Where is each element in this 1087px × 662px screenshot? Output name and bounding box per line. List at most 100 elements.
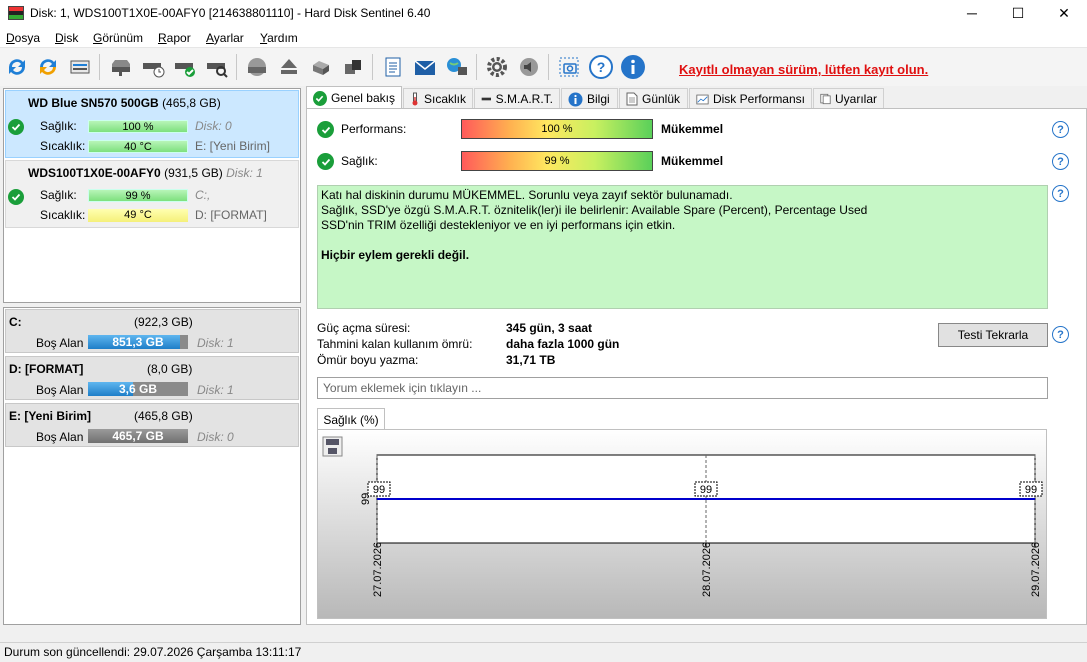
eject-icon[interactable]: [275, 53, 303, 81]
point-label: 99: [700, 484, 712, 496]
info-icon: [568, 92, 583, 106]
health-bar: 99 %: [461, 151, 653, 171]
volume-name: D: [FORMAT]: [9, 362, 84, 376]
health-label: Sağlık:: [341, 154, 378, 168]
menu-rapor[interactable]: Rapor: [158, 31, 191, 45]
window-title: Disk: 1, WDS100T1X0E-00AFY0 [21463880111…: [30, 6, 431, 20]
disk-volumes: E: [Yeni Birim]: [195, 139, 270, 153]
menu-yardim[interactable]: Yardım: [260, 31, 298, 45]
disk-search-icon[interactable]: [203, 53, 231, 81]
screenshot-icon[interactable]: [555, 53, 583, 81]
sound-icon[interactable]: [515, 53, 543, 81]
message-help-icon[interactable]: ?: [1052, 185, 1069, 202]
power-on-value: 345 gün, 3 saat: [506, 321, 593, 335]
check-icon: [313, 90, 327, 106]
alerts-icon: [820, 93, 831, 105]
health-rating: Mükemmel: [661, 154, 724, 168]
maximize-button[interactable]: ☐: [995, 0, 1041, 26]
message-action: Hiçbir eylem gerekli değil.: [321, 248, 470, 262]
tab-genel-bakis[interactable]: Genel bakış: [306, 86, 402, 109]
log-icon: [626, 92, 638, 106]
menu-ayarlar[interactable]: Ayarlar: [206, 31, 244, 45]
tab-uyarilar[interactable]: Uyarılar: [813, 88, 884, 109]
disk-name-row: WD Blue SN570 500GB (465,8 GB): [28, 96, 221, 110]
volume-size: (8,0 GB): [147, 362, 193, 376]
temperature-label: Sıcaklık:: [40, 139, 86, 153]
disk-check-icon[interactable]: [171, 53, 199, 81]
comment-input[interactable]: Yorum eklemek için tıklayın ...: [317, 377, 1048, 399]
volume-item-e[interactable]: E: [Yeni Birim] (465,8 GB) Boş Alan 465,…: [5, 403, 299, 447]
power-on-label: Güç açma süresi:: [317, 321, 411, 335]
health-label: Sağlık:: [40, 188, 77, 202]
disk-volumes: C:,: [195, 188, 211, 202]
performance-help-icon[interactable]: ?: [1052, 121, 1069, 138]
tab-health-chart[interactable]: Sağlık (%): [317, 408, 385, 430]
help-icon[interactable]: ?: [587, 53, 615, 81]
health-chart-svg: 27.07.2026 28.07.2026 29.07.20269999 99 99: [318, 430, 1046, 618]
status-message: Katı hal diskinin durumu MÜKEMMEL. Sorun…: [317, 185, 1048, 309]
remaining-life-label: Tahmini kalan kullanım ömrü:: [317, 337, 473, 351]
volume-name: C:: [9, 315, 22, 329]
status-text: Durum son güncellendi: 29.07.2026 Çarşam…: [4, 645, 302, 659]
info-icon[interactable]: [619, 53, 647, 81]
svg-text:?: ?: [597, 59, 606, 75]
disk-copy-icon[interactable]: [339, 53, 367, 81]
free-space-label: Boş Alan: [36, 336, 84, 350]
performance-ok-icon: [317, 121, 334, 138]
tab-smart[interactable]: S.M.A.R.T.: [474, 88, 560, 109]
health-help-icon[interactable]: ?: [1052, 153, 1069, 170]
health-label: Sağlık:: [40, 119, 77, 133]
disk-icon[interactable]: [107, 53, 135, 81]
refresh-all-icon[interactable]: [34, 53, 62, 81]
tab-label: S.M.A.R.T.: [495, 92, 553, 106]
menu-disk[interactable]: Disk: [55, 31, 78, 45]
minimize-button[interactable]: ─: [949, 0, 995, 26]
remaining-life-value: daha fazla 1000 gün: [506, 337, 620, 351]
disk-info-icon[interactable]: [66, 53, 94, 81]
save-chart-icon[interactable]: [322, 436, 343, 457]
performance-bar: 100 %: [461, 119, 653, 139]
retest-button[interactable]: Testi Tekrarla: [938, 323, 1048, 347]
free-space-label: Boş Alan: [36, 383, 84, 397]
retest-help-icon[interactable]: ?: [1052, 326, 1069, 343]
tab-sicaklik[interactable]: Sıcaklık: [403, 88, 473, 109]
x-tick-label: 27.07.2026: [372, 542, 384, 597]
volume-list: C: (922,3 GB) Boş Alan 851,3 GB Disk: 1 …: [3, 307, 301, 625]
tab-label: Sıcaklık: [423, 92, 466, 106]
tab-label: Bilgi: [587, 92, 610, 106]
disk-name-row: WDS100T1X0E-00AFY0 (931,5 GB) Disk: 1: [28, 166, 263, 180]
overview-panel: Performans: 100 % Mükemmel ? Sağlık: 99 …: [306, 108, 1087, 625]
disk-stack-icon[interactable]: [307, 53, 335, 81]
close-button[interactable]: ✕: [1041, 0, 1087, 26]
tab-disk-performansi[interactable]: Disk Performansı: [689, 88, 812, 109]
disk-item-0[interactable]: WD Blue SN570 500GB (465,8 GB) Sağlık: 1…: [5, 90, 299, 158]
disk-volumes: D: [FORMAT]: [195, 208, 267, 222]
menu-dosya[interactable]: Dosya: [6, 31, 40, 45]
network-icon[interactable]: [443, 53, 471, 81]
volume-item-d[interactable]: D: [FORMAT] (8,0 GB) Boş Alan 3,6 GB Dis…: [5, 356, 299, 400]
message-line: SSD'nin TRIM özelliği destekleniyor ve e…: [321, 218, 676, 232]
disk-clock-icon[interactable]: [139, 53, 167, 81]
report-icon[interactable]: [379, 53, 407, 81]
tab-bilgi[interactable]: Bilgi: [561, 88, 618, 109]
health-ok-icon: [317, 153, 334, 170]
refresh-icon[interactable]: [3, 53, 31, 81]
volume-size: (922,3 GB): [134, 315, 193, 329]
email-icon[interactable]: [411, 53, 439, 81]
volume-disk: Disk: 1: [197, 383, 234, 397]
surface-test-icon[interactable]: [243, 53, 271, 81]
disk-item-1[interactable]: WDS100T1X0E-00AFY0 (931,5 GB) Disk: 1 Sa…: [5, 160, 299, 228]
tab-label: Disk Performansı: [712, 92, 805, 106]
lifetime-writes-label: Ömür boyu yazma:: [317, 353, 419, 367]
volume-size: (465,8 GB): [134, 409, 193, 423]
temperature-bar: 40 °C: [88, 140, 188, 153]
settings-icon[interactable]: [483, 53, 511, 81]
disk-name: WD Blue SN570 500GB: [28, 96, 159, 110]
tab-label: Genel bakış: [330, 91, 395, 105]
chart-icon: [696, 94, 709, 104]
register-link[interactable]: Kayıtlı olmayan sürüm, lütfen kayıt olun…: [679, 62, 928, 77]
tab-label: Günlük: [642, 92, 681, 106]
menu-gorunum[interactable]: Görünüm: [93, 31, 143, 45]
volume-item-c[interactable]: C: (922,3 GB) Boş Alan 851,3 GB Disk: 1: [5, 309, 299, 353]
tab-gunluk[interactable]: Günlük: [619, 88, 688, 109]
